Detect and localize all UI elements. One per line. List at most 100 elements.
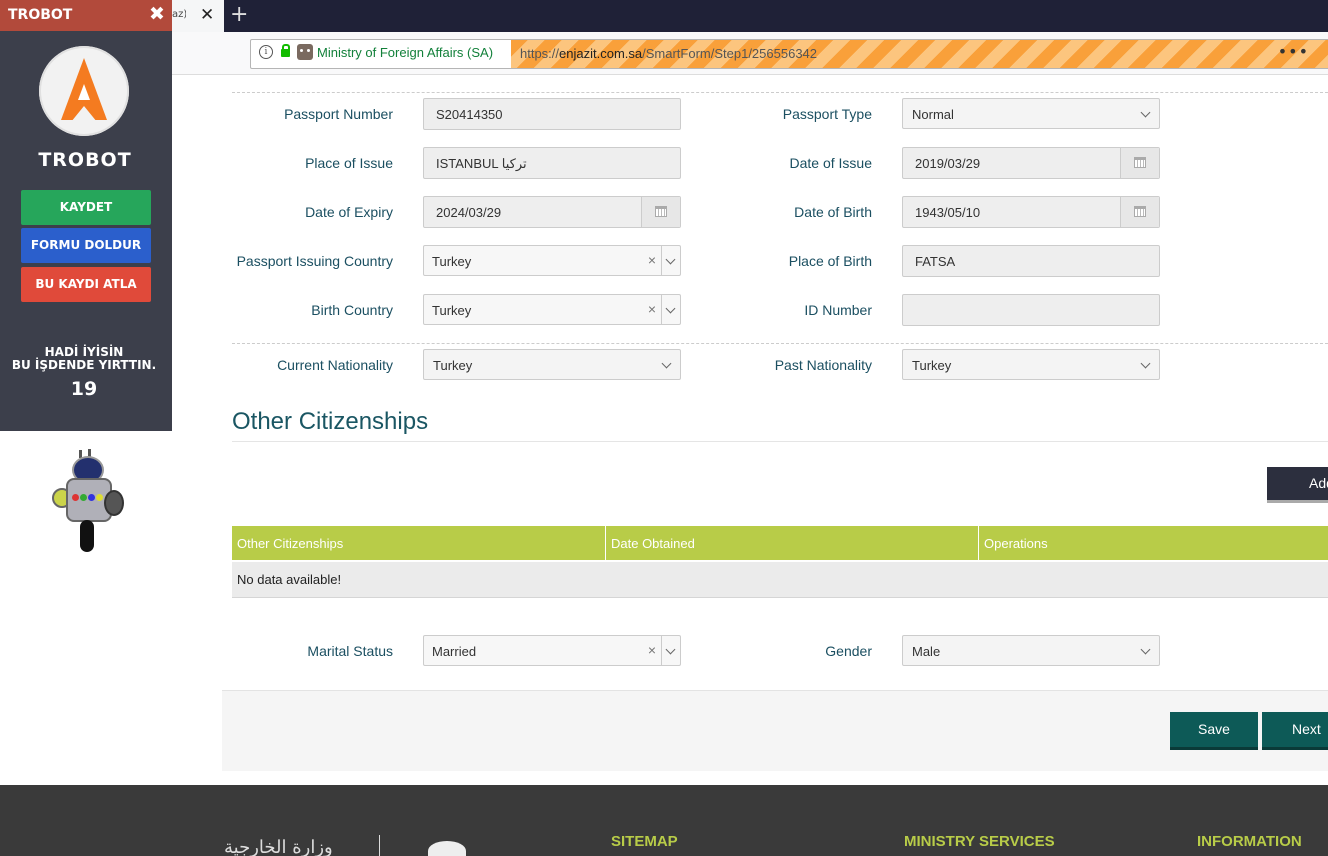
skip-record-button[interactable]: BU KAYDI ATLA bbox=[21, 267, 151, 302]
kaydet-button[interactable]: KAYDET bbox=[21, 190, 151, 225]
site-footer: وزارة الخارجية SITEMAP MINISTRY SERVICES… bbox=[0, 785, 1328, 856]
tab-close-icon[interactable]: ✕ bbox=[200, 5, 214, 25]
current-nationality-label: Current Nationality bbox=[277, 357, 393, 373]
date-of-expiry-field[interactable]: 2024/03/29 bbox=[423, 196, 681, 228]
place-of-birth-field[interactable]: FATSA bbox=[902, 245, 1160, 277]
passport-issuing-country-label: Passport Issuing Country bbox=[236, 253, 393, 269]
place-of-issue-value: ISTANBUL تركيا bbox=[436, 156, 527, 171]
robot-light bbox=[88, 494, 95, 501]
marital-status-label: Marital Status bbox=[307, 643, 393, 659]
date-of-birth-label: Date of Birth bbox=[794, 204, 872, 220]
palm-emblem-icon bbox=[424, 837, 470, 856]
url-field[interactable]: https://enjazit.com.sa/SmartForm/Step1/2… bbox=[511, 40, 1328, 68]
footer-heading-ministry-services: MINISTRY SERVICES bbox=[904, 833, 1055, 850]
birth-country-select[interactable]: Turkey × bbox=[423, 294, 681, 325]
date-of-issue-field[interactable]: 2019/03/29 bbox=[902, 147, 1160, 179]
column-header-date-obtained[interactable]: Date Obtained bbox=[606, 526, 979, 560]
calendar-icon bbox=[655, 206, 667, 217]
info-icon[interactable]: i bbox=[259, 45, 273, 59]
form-action-bar bbox=[222, 690, 1328, 771]
date-of-expiry-label: Date of Expiry bbox=[305, 204, 393, 220]
robot-light bbox=[72, 494, 79, 501]
column-header-citizenships[interactable]: Other Citizenships bbox=[232, 526, 606, 560]
empty-table-message: No data available! bbox=[237, 572, 342, 587]
passport-number-field[interactable]: S20414350 bbox=[423, 98, 681, 130]
address-bar[interactable]: i Ministry of Foreign Affairs (SA) https… bbox=[250, 39, 1328, 69]
form-divider bbox=[232, 92, 1328, 93]
gender-label: Gender bbox=[825, 643, 872, 659]
site-identity[interactable]: Ministry of Foreign Affairs (SA) bbox=[317, 45, 493, 60]
calendar-icon bbox=[1134, 206, 1146, 217]
trobot-header[interactable]: TROBOT ✖ bbox=[0, 0, 172, 31]
past-nationality-label: Past Nationality bbox=[774, 357, 872, 373]
date-of-birth-calendar-button[interactable] bbox=[1120, 197, 1159, 227]
page-actions-menu-icon[interactable]: ••• bbox=[1278, 42, 1309, 61]
date-of-expiry-value: 2024/03/29 bbox=[436, 205, 502, 220]
clear-icon[interactable]: × bbox=[648, 301, 656, 317]
url-path: /SmartForm/Step1/256556342 bbox=[642, 46, 818, 61]
gender-value: Male bbox=[912, 644, 941, 659]
trobot-name: TROBOT bbox=[38, 149, 132, 171]
passport-number-value: S20414350 bbox=[436, 107, 503, 122]
select-separator bbox=[661, 636, 662, 665]
new-tab-button[interactable]: + bbox=[230, 2, 248, 27]
save-button[interactable]: Save bbox=[1170, 712, 1258, 750]
section-title: Other Citizenships bbox=[232, 408, 429, 435]
date-of-issue-label: Date of Issue bbox=[789, 155, 873, 171]
ministry-logo[interactable]: وزارة الخارجية bbox=[224, 837, 364, 856]
past-nationality-select[interactable]: Turkey bbox=[902, 349, 1160, 380]
date-of-birth-field[interactable]: 1943/05/10 bbox=[902, 196, 1160, 228]
current-nationality-select[interactable]: Turkey bbox=[423, 349, 681, 380]
passport-issuing-country-value: Turkey bbox=[432, 254, 472, 269]
passport-type-value: Normal bbox=[912, 107, 954, 122]
column-header-operations[interactable]: Operations bbox=[979, 526, 1328, 560]
next-button[interactable]: Next bbox=[1262, 712, 1328, 750]
footer-heading-information: INFORMATION bbox=[1197, 833, 1302, 850]
trobot-header-title: TROBOT bbox=[8, 7, 73, 23]
clear-icon[interactable]: × bbox=[648, 252, 656, 268]
chevron-down-icon bbox=[661, 358, 672, 369]
id-number-label: ID Number bbox=[804, 302, 872, 318]
browser-tab-strip: az) ✕ + bbox=[0, 0, 1328, 32]
trobot-record-count: 19 bbox=[70, 378, 98, 400]
add-citizenship-button[interactable]: Add bbox=[1267, 467, 1328, 503]
chevron-down-icon bbox=[1140, 644, 1151, 655]
clear-icon[interactable]: × bbox=[648, 642, 656, 658]
passport-issuing-country-select[interactable]: Turkey × bbox=[423, 245, 681, 276]
marital-status-value: Married bbox=[432, 644, 477, 659]
chevron-down-icon[interactable] bbox=[665, 254, 676, 265]
close-icon[interactable]: ✖ bbox=[149, 3, 165, 25]
robot-mascot-icon bbox=[50, 448, 124, 554]
browser-tab[interactable]: az) ✕ bbox=[172, 0, 224, 32]
date-of-birth-value: 1943/05/10 bbox=[915, 205, 981, 220]
trobot-panel: TROBOT KAYDET FORMU DOLDUR BU KAYDI ATLA… bbox=[0, 31, 172, 431]
footer-logo-separator bbox=[379, 835, 380, 856]
select-separator bbox=[661, 295, 662, 324]
browser-navbar: i Ministry of Foreign Affairs (SA) https… bbox=[0, 32, 1328, 75]
date-of-issue-calendar-button[interactable] bbox=[1120, 148, 1159, 178]
marital-status-select[interactable]: Married × bbox=[423, 635, 681, 666]
citizenships-table-header: Other Citizenships Date Obtained Operati… bbox=[232, 526, 1328, 560]
id-number-field[interactable] bbox=[902, 294, 1160, 326]
date-of-issue-value: 2019/03/29 bbox=[915, 156, 981, 171]
gender-select[interactable]: Male bbox=[902, 635, 1160, 666]
passport-number-label: Passport Number bbox=[284, 106, 393, 122]
lock-icon[interactable] bbox=[281, 44, 290, 57]
place-of-birth-value: FATSA bbox=[915, 254, 956, 269]
select-separator bbox=[661, 246, 662, 275]
date-of-expiry-calendar-button[interactable] bbox=[641, 197, 680, 227]
passport-type-label: Passport Type bbox=[782, 106, 872, 122]
tracking-mask-icon[interactable] bbox=[297, 44, 313, 60]
place-of-issue-field[interactable]: ISTANBUL تركيا bbox=[423, 147, 681, 179]
chevron-down-icon bbox=[1140, 358, 1151, 369]
chevron-down-icon[interactable] bbox=[665, 303, 676, 314]
passport-type-select[interactable]: Normal bbox=[902, 98, 1160, 129]
fill-form-button[interactable]: FORMU DOLDUR bbox=[21, 228, 151, 263]
url-text[interactable]: https://enjazit.com.sa/SmartForm/Step1/2… bbox=[520, 46, 817, 61]
birth-country-label: Birth Country bbox=[311, 302, 393, 318]
robot-light bbox=[80, 494, 87, 501]
robot-light bbox=[96, 494, 103, 501]
table-row: No data available! bbox=[232, 562, 1328, 598]
trobot-logo bbox=[39, 46, 129, 136]
chevron-down-icon[interactable] bbox=[665, 644, 676, 655]
